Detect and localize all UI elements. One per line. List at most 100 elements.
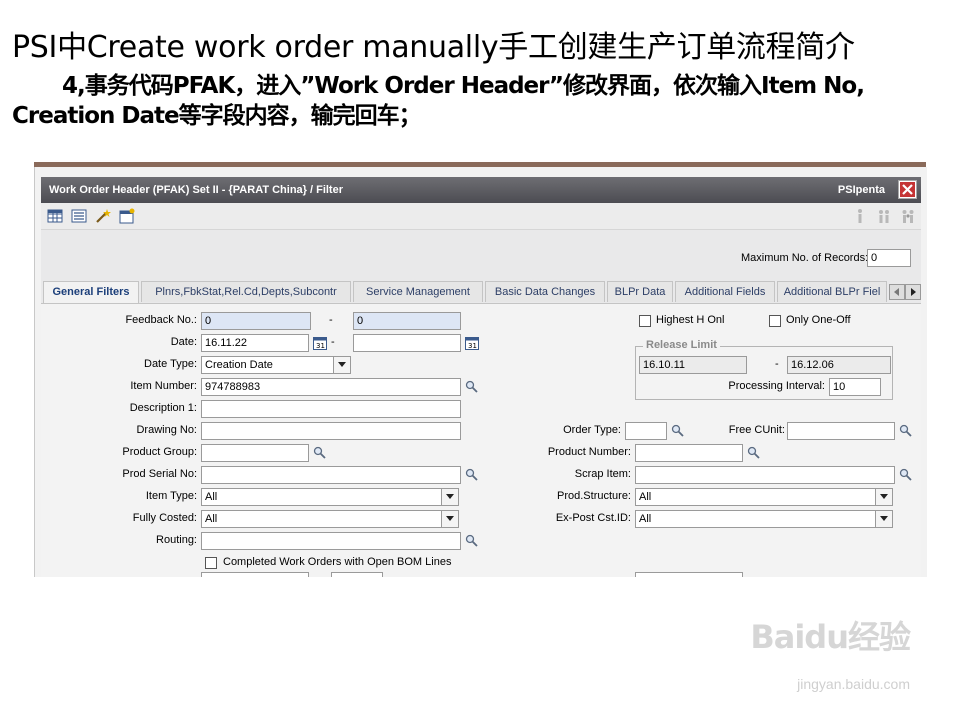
tab-additional-blpr-fields[interactable]: Additional BLPr Fiel: [777, 281, 887, 302]
order-type-label: Order Type:: [563, 424, 621, 436]
app-window: Work Order Header (PFAK) Set II - {PARAT…: [34, 167, 927, 577]
routing-label: Routing:: [156, 534, 197, 546]
svg-text:31: 31: [468, 342, 477, 350]
only-one-off-checkbox[interactable]: [769, 315, 781, 327]
search-icon[interactable]: [465, 380, 478, 393]
slide-instruction-line-2: Creation Date等字段内容，输完回车；: [12, 103, 422, 129]
extra-filter-input-2[interactable]: [331, 572, 383, 577]
date-to-input[interactable]: [353, 334, 461, 352]
chevron-down-icon: [441, 489, 458, 505]
slide-instruction-line-1: 4,事务代码PFAK，进入”Work Order Header”修改界面，依次输…: [62, 73, 865, 99]
chevron-down-icon: [441, 511, 458, 527]
info-icon[interactable]: [853, 208, 867, 224]
search-icon[interactable]: [465, 534, 478, 547]
item-number-label: Item Number:: [130, 380, 197, 392]
release-limit-from-input[interactable]: [639, 356, 747, 374]
scrap-item-label: Scrap Item:: [574, 468, 631, 480]
arrow-left-icon: [894, 288, 899, 296]
only-one-off-label: Only One-Off: [786, 314, 851, 326]
search-icon[interactable]: [747, 446, 760, 459]
arrow-right-icon: [911, 288, 916, 296]
title-bar: Work Order Header (PFAK) Set II - {PARAT…: [41, 177, 921, 203]
item-type-label: Item Type:: [145, 490, 197, 502]
prod-structure-label: Prod.Structure:: [557, 490, 631, 502]
prod-serial-no-input[interactable]: [201, 466, 461, 484]
fully-costed-label: Fully Costed:: [132, 512, 197, 524]
completed-work-orders-label: Completed Work Orders with Open BOM Line…: [223, 556, 452, 568]
prod-structure-select[interactable]: All: [635, 488, 893, 506]
tab-planners[interactable]: Plnrs,FbkStat,Rel.Cd,Depts,Subcontr: [141, 281, 351, 302]
tab-general-filters[interactable]: General Filters: [43, 281, 139, 303]
new-window-icon[interactable]: [119, 208, 135, 224]
tab-blpr-data[interactable]: BLPr Data: [607, 281, 673, 302]
item-type-select[interactable]: All: [201, 488, 459, 506]
tab-scroll-right-button[interactable]: [905, 284, 921, 300]
magic-wand-icon[interactable]: [95, 208, 111, 224]
ex-post-cst-id-select[interactable]: All: [635, 510, 893, 528]
calendar-icon[interactable]: 31: [465, 335, 479, 350]
fully-costed-select[interactable]: All: [201, 510, 459, 528]
tab-basic-data-changes[interactable]: Basic Data Changes: [485, 281, 605, 302]
item-type-value: All: [205, 491, 218, 503]
product-group-input[interactable]: [201, 444, 309, 462]
prod-structure-value: All: [639, 491, 652, 503]
date-from-input[interactable]: [201, 334, 309, 352]
search-icon[interactable]: [671, 424, 684, 437]
max-records-input[interactable]: [867, 249, 911, 267]
release-limit-legend: Release Limit: [643, 339, 720, 351]
item-number-input[interactable]: [201, 378, 461, 396]
slide-title: PSI中Create work order manually手工创建生产订单流程…: [12, 30, 855, 65]
free-cunit-label: Free CUnit:: [728, 424, 785, 436]
scrap-item-input[interactable]: [635, 466, 895, 484]
feedback-no-from-input[interactable]: [201, 312, 311, 330]
search-icon[interactable]: [313, 446, 326, 459]
date-type-label: Date Type:: [144, 358, 197, 370]
description-input[interactable]: [201, 400, 461, 418]
fully-costed-value: All: [205, 513, 218, 525]
release-limit-to-input[interactable]: [787, 356, 891, 374]
extra-filter-input[interactable]: [201, 572, 309, 577]
release-limit-separator: -: [775, 358, 779, 370]
feedback-no-to-input[interactable]: [353, 312, 461, 330]
calendar-icon[interactable]: 31: [313, 335, 327, 350]
completed-work-orders-checkbox[interactable]: [205, 557, 217, 569]
routing-input[interactable]: [201, 532, 461, 550]
search-icon[interactable]: [899, 468, 912, 481]
watermark-url: jingyan.baidu.com: [797, 676, 910, 692]
ex-post-cst-id-value: All: [639, 513, 652, 525]
tab-additional-fields[interactable]: Additional Fields: [675, 281, 775, 302]
tab-scroll-left-button[interactable]: [889, 284, 905, 300]
dialog-frame: Work Order Header (PFAK) Set II - {PARAT…: [41, 177, 921, 577]
extra-filter-input-3[interactable]: [635, 572, 743, 577]
product-number-input[interactable]: [635, 444, 743, 462]
toolbar: [41, 203, 921, 230]
baidu-watermark: Baidu经验 jingyan.baidu.com: [750, 612, 911, 692]
highest-h-onl-checkbox[interactable]: [639, 315, 651, 327]
search-icon[interactable]: [465, 468, 478, 481]
close-button[interactable]: [898, 180, 917, 199]
users-group-icon[interactable]: [901, 208, 915, 224]
date-separator: -: [331, 336, 335, 348]
product-number-label: Product Number:: [547, 446, 631, 458]
close-icon: [900, 182, 915, 197]
chevron-down-icon: [875, 511, 892, 527]
processing-interval-input[interactable]: [829, 378, 881, 396]
list-icon[interactable]: [71, 208, 87, 224]
free-cunit-input[interactable]: [787, 422, 895, 440]
table-icon[interactable]: [47, 208, 63, 224]
order-type-input[interactable]: [625, 422, 667, 440]
chevron-down-icon: [333, 357, 350, 373]
highest-h-onl-label: Highest H Onl: [656, 314, 725, 326]
date-label: Date:: [170, 336, 197, 348]
date-type-select[interactable]: Creation Date: [201, 356, 351, 374]
chevron-down-icon: [875, 489, 892, 505]
users-icon[interactable]: [877, 208, 891, 224]
ex-post-cst-id-label: Ex-Post Cst.ID:: [555, 512, 631, 524]
drawing-no-label: Drawing No:: [136, 424, 197, 436]
feedback-no-label: Feedback No.:: [125, 314, 197, 326]
tab-service-management[interactable]: Service Management: [353, 281, 483, 302]
prod-serial-no-label: Prod Serial No:: [122, 468, 197, 480]
drawing-no-input[interactable]: [201, 422, 461, 440]
search-icon[interactable]: [899, 424, 912, 437]
date-type-value: Creation Date: [205, 359, 273, 371]
